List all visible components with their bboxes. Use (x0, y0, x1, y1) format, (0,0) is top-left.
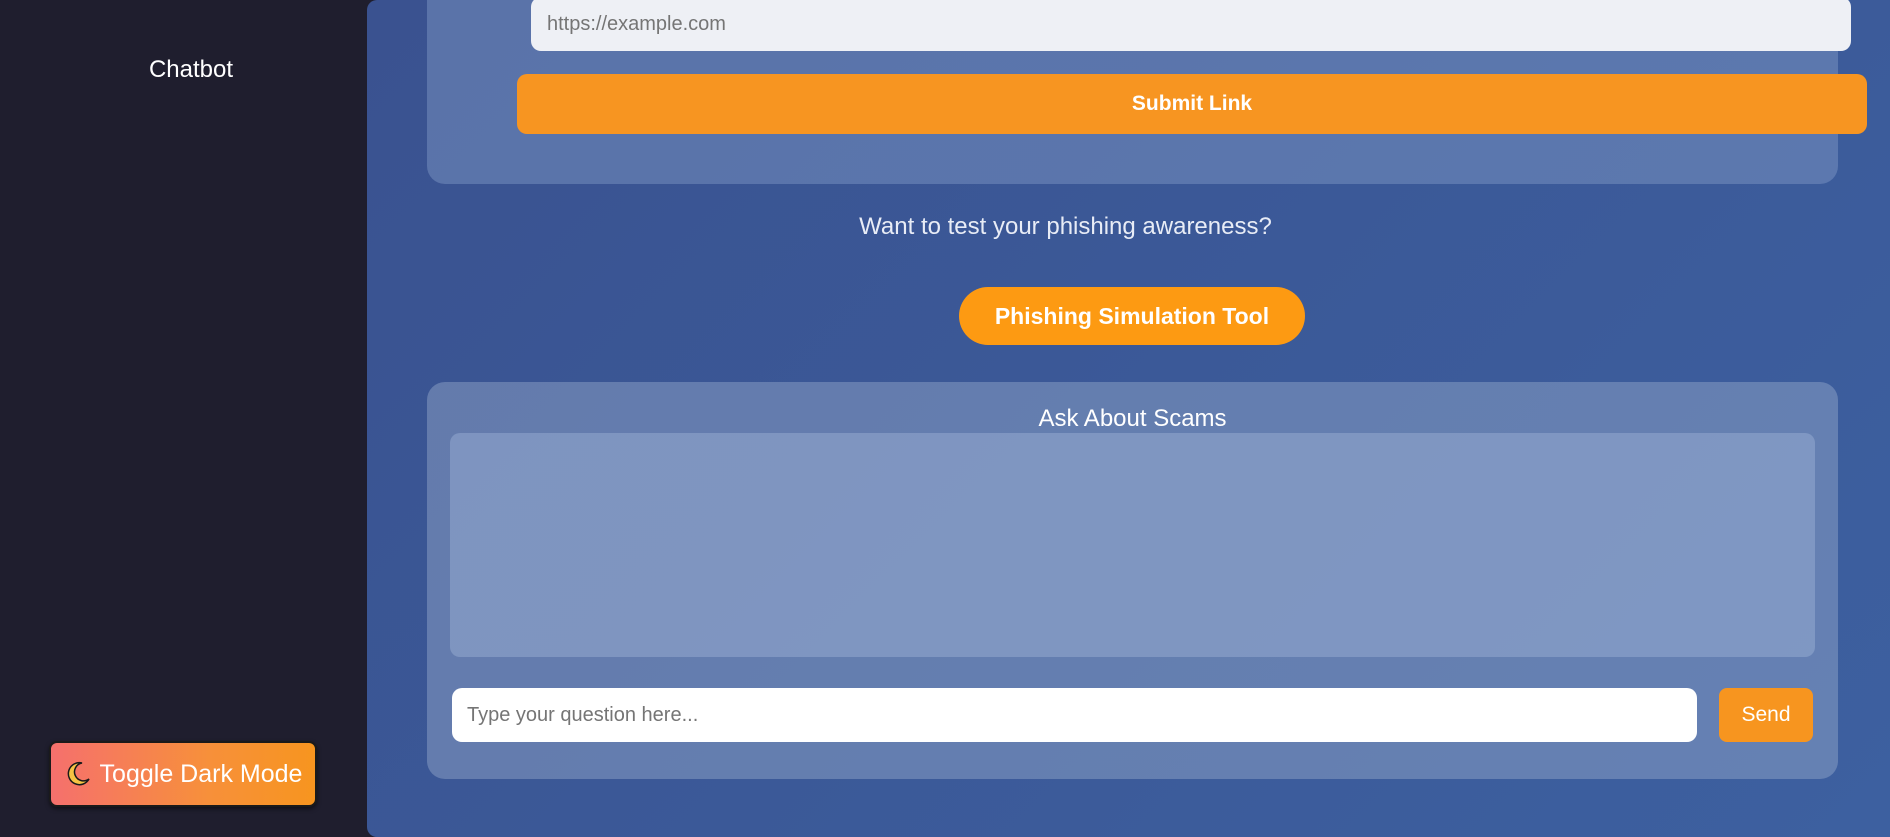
phishing-prompt-text: Want to test your phishing awareness? (859, 213, 1272, 240)
send-button[interactable]: Send (1719, 688, 1813, 742)
submit-link-button[interactable]: Submit Link (517, 74, 1867, 134)
chat-card: Ask About Scams Send (427, 382, 1838, 779)
toggle-dark-mode-label: Toggle Dark Mode (99, 759, 303, 788)
url-input[interactable] (531, 0, 1851, 51)
main-content: Submit Link Want to test your phishing a… (367, 0, 1890, 837)
chat-log (450, 433, 1815, 657)
question-input[interactable] (452, 688, 1697, 742)
moon-icon (64, 760, 92, 788)
sidebar-item-chatbot[interactable]: Chatbot (0, 56, 382, 84)
phishing-simulation-tool-button[interactable]: Phishing Simulation Tool (959, 287, 1305, 345)
chat-title: Ask About Scams (1038, 405, 1227, 432)
toggle-dark-mode-button[interactable]: Toggle Dark Mode (49, 741, 317, 807)
link-checker-card: Submit Link (427, 0, 1867, 184)
sidebar: Chatbot Toggle Dark Mode (0, 0, 367, 837)
